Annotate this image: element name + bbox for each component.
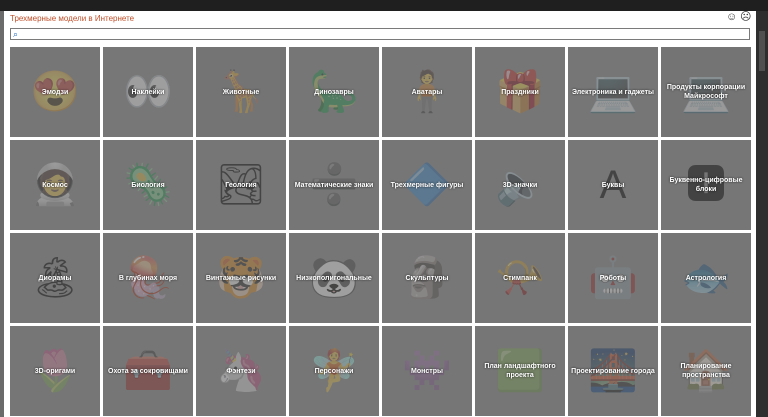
scrollbar-thumb[interactable] [759, 31, 765, 71]
category-tile[interactable]: 🗿 Скульптуры [382, 233, 472, 323]
category-tile[interactable]: 💻 Электроника и гаджеты [568, 47, 658, 137]
category-label: Скульптуры [405, 274, 449, 282]
category-label: Проектирование города [571, 367, 655, 375]
category-label: Геология [225, 181, 257, 189]
category-label: Трехмерные фигуры [390, 181, 464, 189]
category-tile[interactable]: 🐯 Винтажные рисунки [196, 233, 286, 323]
category-label: В глубинах моря [118, 274, 178, 282]
category-label: Динозавры [314, 88, 354, 96]
category-label: Эмодзи [41, 88, 69, 96]
category-label: План ландшафтного проекта [484, 363, 556, 379]
category-tile[interactable]: 🦄 Фэнтези [196, 326, 286, 416]
category-tile[interactable]: 🐟 Астрология [661, 233, 751, 323]
dialog-title: Трехмерные модели в Интернете [10, 14, 135, 23]
category-tile[interactable]: 🦒 Животные [196, 47, 286, 137]
category-tile[interactable]: 🅸 Буквенно-цифровые блоки [661, 140, 751, 230]
category-tile[interactable]: 🧍 Аватары [382, 47, 472, 137]
category-label: Аватары [411, 88, 443, 96]
category-tile[interactable]: 🐼 Низкополигональные [289, 233, 379, 323]
category-tile[interactable]: 🏝 Диорамы [10, 233, 100, 323]
scrollbar[interactable] [756, 11, 768, 417]
online-3d-models-dialog: Трехмерные модели в Интернете ☺ ☹ ⌕ 😍 Эмо… [4, 11, 756, 417]
category-tile[interactable]: 🧚 Персонажи [289, 326, 379, 416]
category-tile[interactable]: 🎁 Праздники [475, 47, 565, 137]
category-tile[interactable]: 🦠 Биология [103, 140, 193, 230]
category-label: 3D-оригами [34, 367, 76, 375]
category-label: Диорамы [38, 274, 72, 282]
category-label: Космос [42, 181, 68, 189]
search-icon[interactable]: ⌕ [13, 28, 18, 40]
category-tile[interactable]: 🦕 Динозавры [289, 47, 379, 137]
category-label: Низкополигональные [296, 274, 372, 282]
category-tile[interactable]: 🟩 План ландшафтного проекта [475, 326, 565, 416]
category-tile[interactable]: 👾 Монстры [382, 326, 472, 416]
category-tile[interactable]: 🔷 Трехмерные фигуры [382, 140, 472, 230]
category-label: Буквы [601, 181, 625, 189]
category-label: Буквенно-цифровые блоки [669, 177, 743, 193]
category-label: Винтажные рисунки [205, 274, 277, 282]
category-tile[interactable]: 💻 Продукты корпорации Майкрософт [661, 47, 751, 137]
category-grid: 😍 Эмодзи 👀 Наклейки 🦒 Животные 🦕 Динозавры 🧍 Ават… [10, 47, 756, 417]
category-label: Астрология [685, 274, 727, 282]
category-tile[interactable]: 🧰 Охота за сокровищами [103, 326, 193, 416]
category-tile[interactable]: 🏞 Геология [196, 140, 286, 230]
category-tile[interactable]: 📯 Стимпанк [475, 233, 565, 323]
app-top-bar [0, 0, 768, 11]
category-tile[interactable]: ➗ Математические знаки [289, 140, 379, 230]
category-tile[interactable]: 🔈 3D-значки [475, 140, 565, 230]
category-label: Продукты корпорации Майкрософт [666, 84, 746, 100]
category-label: Биология [131, 181, 165, 189]
category-label: Монстры [411, 367, 443, 375]
category-tile[interactable]: 👀 Наклейки [103, 47, 193, 137]
category-label: Животные [222, 88, 260, 96]
category-tile[interactable]: 🤖 Роботы [568, 233, 658, 323]
category-label: Роботы [599, 274, 627, 282]
smiley-happy-icon[interactable]: ☺ [726, 12, 737, 23]
category-tile[interactable]: A Буквы [568, 140, 658, 230]
category-tile[interactable]: 🏠 Планирование пространства [661, 326, 751, 416]
category-label: Фэнтези [226, 367, 256, 375]
category-label: Планирование пространства [680, 363, 732, 379]
category-tile[interactable]: 🌷 3D-оригами [10, 326, 100, 416]
category-label: Праздники [501, 88, 539, 96]
category-tile[interactable]: 🌉 Проектирование города [568, 326, 658, 416]
category-label: 3D-значки [502, 181, 538, 189]
category-label: Стимпанк [503, 274, 537, 282]
category-label: Электроника и гаджеты [572, 88, 654, 96]
smiley-sad-icon[interactable]: ☹ [740, 12, 751, 23]
category-tile[interactable]: 🧑‍🚀 Космос [10, 140, 100, 230]
category-tile[interactable]: 😍 Эмодзи [10, 47, 100, 137]
category-tile[interactable]: 🪼 В глубинах моря [103, 233, 193, 323]
category-label: Математические знаки [294, 181, 374, 189]
category-label: Охота за сокровищами [108, 367, 188, 375]
search-input[interactable]: ⌕ [10, 28, 750, 40]
category-label: Наклейки [131, 88, 165, 96]
category-label: Персонажи [314, 367, 354, 375]
